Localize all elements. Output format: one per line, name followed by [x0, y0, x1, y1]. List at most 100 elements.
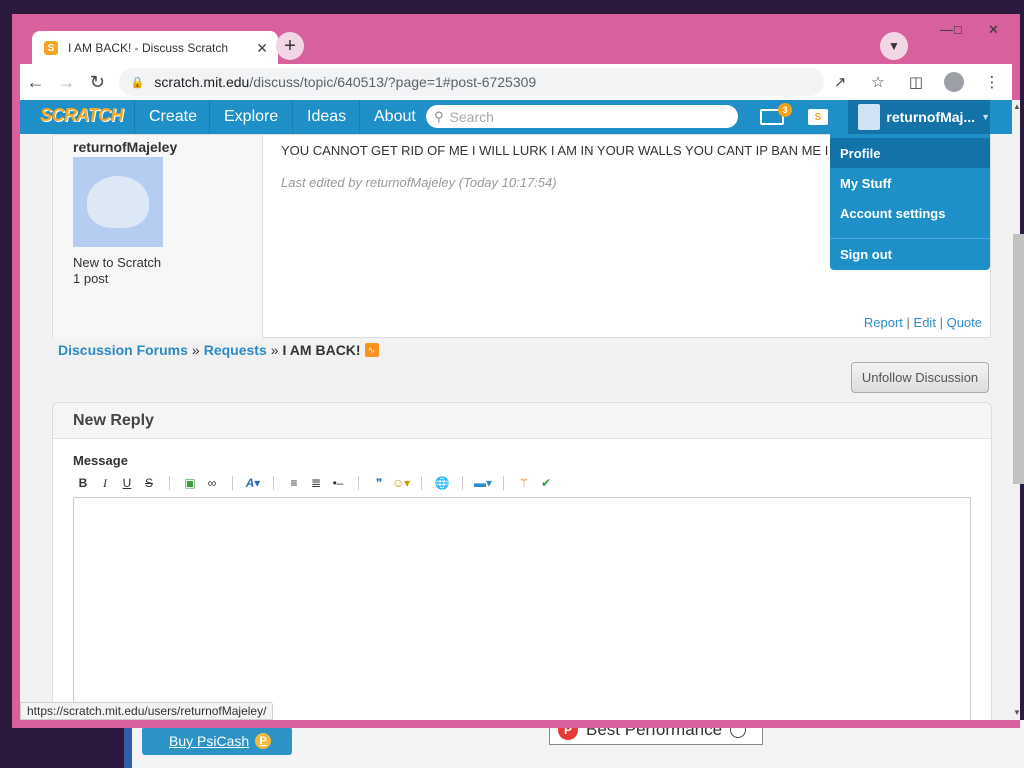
browser-tab[interactable]: S I AM BACK! - Discuss Scratch ✕: [32, 31, 278, 65]
new-reply-title: New Reply: [53, 403, 991, 439]
toolbar-divider: [232, 476, 233, 490]
nav-about[interactable]: About: [359, 100, 430, 134]
toolbar-divider: [421, 476, 422, 490]
page-viewport: SCRATCH Create Explore Ideas About ⚲ 3 S…: [20, 100, 1012, 720]
nav-ideas[interactable]: Ideas: [292, 100, 360, 134]
share-icon[interactable]: ↗: [824, 66, 856, 98]
insert-link-icon[interactable]: ∞: [202, 473, 222, 493]
nav-create[interactable]: Create: [134, 100, 211, 134]
breadcrumb-requests[interactable]: Requests: [204, 342, 267, 358]
dropdown-item-profile[interactable]: Profile: [830, 138, 990, 168]
action-separator: |: [906, 315, 910, 330]
dropdown-item-sign-out[interactable]: Sign out: [830, 239, 990, 269]
insert-image-icon[interactable]: ▣: [180, 473, 200, 493]
edit-link[interactable]: Edit: [914, 315, 936, 330]
scroll-up-icon[interactable]: ▲: [1013, 102, 1021, 111]
nav-username: returnofMaj...: [886, 109, 976, 125]
post-author-rank: New to Scratch: [73, 255, 162, 270]
clean-icon[interactable]: ⚚: [514, 473, 534, 493]
url-path: /discuss/topic/640513/?page=1#post-67253…: [249, 74, 537, 90]
address-bar[interactable]: 🔒 scratch.mit.edu/discuss/topic/640513/?…: [118, 68, 825, 96]
forward-arrow-icon[interactable]: →: [51, 66, 82, 98]
toolbar-divider: [358, 476, 359, 490]
toolbar-divider: [503, 476, 504, 490]
font-style-icon[interactable]: A▾: [243, 473, 263, 493]
dropdown-item-account-settings[interactable]: Account settings: [830, 198, 990, 228]
scratch-logo[interactable]: SCRATCH: [40, 105, 124, 126]
italic-button[interactable]: I: [95, 473, 115, 493]
user-dropdown-menu: Profile My Stuff Account settings Sign o…: [830, 134, 990, 270]
breadcrumb-separator: »: [270, 342, 279, 358]
side-panel-icon[interactable]: ◫: [900, 66, 932, 98]
post-actions: Report | Edit | Quote: [864, 315, 982, 330]
scratch-nav-bar: SCRATCH Create Explore Ideas About ⚲ 3 S…: [20, 100, 1012, 134]
post-author-panel: returnofMajeley New to Scratch 1 post: [53, 135, 263, 339]
toolbar-divider: [273, 476, 274, 490]
globe-icon[interactable]: 🌐: [432, 473, 452, 493]
post-author-avatar[interactable]: [73, 157, 163, 247]
minimize-icon[interactable]: —: [940, 22, 953, 37]
preview-check-icon[interactable]: ✔: [536, 473, 556, 493]
post-author-link[interactable]: returnofMajeley: [73, 139, 177, 155]
scroll-thumb[interactable]: [1013, 234, 1024, 484]
lock-icon: 🔒: [130, 76, 145, 89]
browser-toolbar: ← → ↻ 🔒 scratch.mit.edu/discuss/topic/64…: [20, 64, 1012, 100]
bold-button[interactable]: B: [73, 473, 93, 493]
maximize-icon[interactable]: □: [954, 22, 962, 37]
report-link[interactable]: Report: [864, 315, 903, 330]
post-edit-note: Last edited by returnofMajeley (Today 10…: [281, 175, 557, 190]
dropdown-item-my-stuff[interactable]: My Stuff: [830, 168, 990, 198]
smiley-icon[interactable]: ☺▾: [391, 473, 411, 493]
scratchblocks-icon[interactable]: ▬▾: [473, 473, 493, 493]
browser-window: S I AM BACK! - Discuss Scratch ✕ + ▼ — □…: [12, 14, 1024, 728]
underline-button[interactable]: U: [117, 473, 137, 493]
new-reply-panel: New Reply Message B I U S ▣ ∞ A▾ ≡ ≣ •– …: [52, 402, 992, 720]
rss-feed-icon[interactable]: ∿: [364, 343, 379, 357]
menu-kebab-icon[interactable]: ⋮: [976, 66, 1008, 98]
tab-close-icon[interactable]: ✕: [256, 40, 268, 57]
close-window-icon[interactable]: ✕: [988, 22, 999, 38]
my-stuff-folder-icon[interactable]: S: [808, 109, 828, 125]
caret-down-icon: ▼: [981, 112, 990, 122]
tab-search-chevron-icon[interactable]: ▼: [880, 32, 908, 60]
profile-icon[interactable]: [938, 66, 970, 98]
buy-psicash-button[interactable]: Buy PsiCash P: [142, 727, 292, 755]
strikethrough-button[interactable]: S: [139, 473, 159, 493]
title-bar: S I AM BACK! - Discuss Scratch ✕ + ▼ — □…: [12, 14, 1020, 65]
user-menu-button[interactable]: returnofMaj... ▼: [848, 100, 990, 134]
message-textarea[interactable]: [73, 497, 971, 720]
toolbar-divider: [462, 476, 463, 490]
message-count-badge: 3: [778, 103, 792, 117]
bookmark-star-icon[interactable]: ☆: [862, 66, 894, 98]
reload-icon[interactable]: ↻: [82, 66, 113, 98]
numbered-list-icon[interactable]: ≣: [306, 473, 326, 493]
tab-title: I AM BACK! - Discuss Scratch: [68, 41, 229, 55]
back-arrow-icon[interactable]: ←: [20, 66, 51, 98]
quote-icon[interactable]: ❞: [369, 473, 389, 493]
page-scrollbar[interactable]: ▲ ▼: [1012, 100, 1024, 720]
unfollow-discussion-button[interactable]: Unfollow Discussion: [851, 362, 989, 393]
search-icon: ⚲: [434, 108, 444, 124]
status-bar-url: https://scratch.mit.edu/users/returnofMa…: [20, 702, 274, 720]
breadcrumb: Discussion Forums » Requests » I AM BACK…: [58, 342, 379, 358]
url-host: scratch.mit.edu: [154, 74, 250, 90]
breadcrumb-separator: »: [191, 342, 200, 358]
post-author-count: 1 post: [73, 271, 109, 286]
scratch-favicon-icon: S: [44, 41, 58, 55]
psicash-coin-icon: P: [255, 733, 272, 749]
action-separator: |: [939, 315, 943, 330]
quote-link[interactable]: Quote: [947, 315, 982, 330]
bullet-list-icon[interactable]: ≡: [284, 473, 304, 493]
buy-psicash-label: Buy PsiCash: [169, 733, 250, 749]
nav-explore[interactable]: Explore: [209, 100, 292, 134]
list-item-icon[interactable]: •–: [328, 473, 348, 493]
scroll-down-icon[interactable]: ▼: [1013, 708, 1021, 717]
new-tab-button[interactable]: +: [276, 32, 304, 60]
avatar: [858, 104, 881, 130]
message-label: Message: [73, 453, 128, 468]
breadcrumb-discussion-forums[interactable]: Discussion Forums: [58, 342, 188, 358]
editor-toolbar: B I U S ▣ ∞ A▾ ≡ ≣ •– ❞ ☺▾ 🌐 ▬▾ ⚚ ✔: [73, 473, 556, 493]
nav-search-box: ⚲: [426, 105, 738, 128]
breadcrumb-current: I AM BACK!: [282, 342, 361, 358]
search-input[interactable]: [449, 108, 720, 125]
